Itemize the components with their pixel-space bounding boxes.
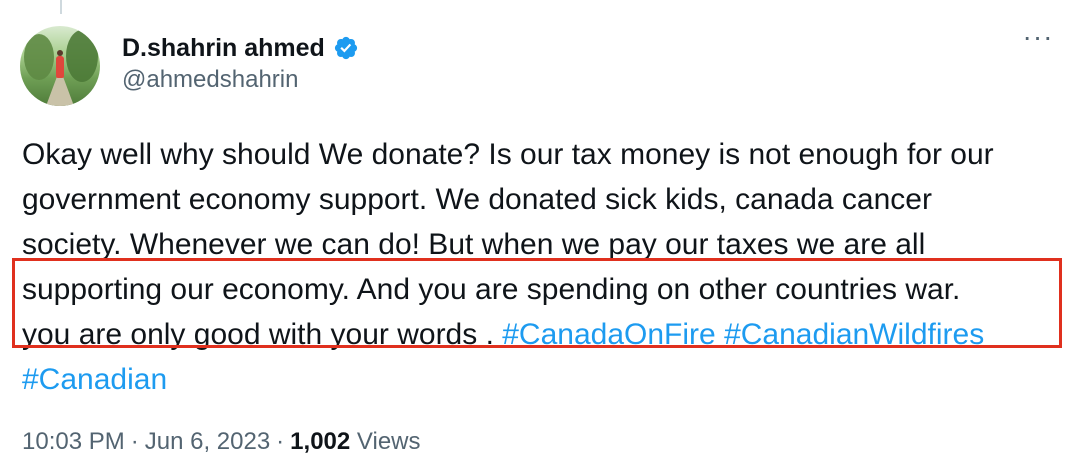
tweet-line-3: society. Whenever we can do! But when we…	[22, 228, 926, 261]
avatar[interactable]	[20, 26, 100, 106]
author-name-row[interactable]: D.shahrin ahmed	[122, 30, 359, 66]
hashtag-link[interactable]: #CanadaOnFire	[502, 318, 715, 351]
tweet-meta: 10:03 PM · Jun 6, 2023 · 1,002 Views	[22, 428, 421, 456]
more-options-button[interactable]: ···	[1018, 21, 1058, 60]
tweet-text: Okay well why should We donate? Is our t…	[22, 132, 1062, 402]
tweet-date[interactable]: Jun 6, 2023	[145, 428, 270, 456]
tweet-line-5: you are only good with your words .	[22, 318, 503, 351]
tweet-line-4: supporting our economy. And you are spen…	[22, 273, 961, 306]
tweet-line-1: Okay well why should We donate? Is our t…	[22, 138, 994, 171]
author-handle[interactable]: @ahmedshahrin	[122, 66, 298, 94]
hashtag-link[interactable]: #Canadian	[22, 363, 167, 396]
hashtag-link[interactable]: #CanadianWildfires	[724, 318, 984, 351]
thread-connector-line	[60, 0, 62, 14]
avatar-tree-right	[66, 30, 98, 82]
views-count: 1,002	[290, 428, 351, 455]
tweet-time[interactable]: 10:03 PM	[22, 428, 125, 456]
views-label: Views	[356, 428, 421, 455]
avatar-tree-left	[24, 34, 54, 80]
more-options-icon: ···	[1022, 21, 1054, 52]
tweet-line-2: government economy support. We donated s…	[22, 183, 932, 216]
meta-separator: ·	[130, 428, 139, 455]
avatar-person	[56, 56, 64, 78]
verified-badge-icon	[334, 36, 357, 60]
meta-separator: ·	[276, 428, 285, 455]
author-display-name[interactable]: D.shahrin ahmed	[122, 34, 325, 63]
avatar-path	[46, 76, 74, 106]
